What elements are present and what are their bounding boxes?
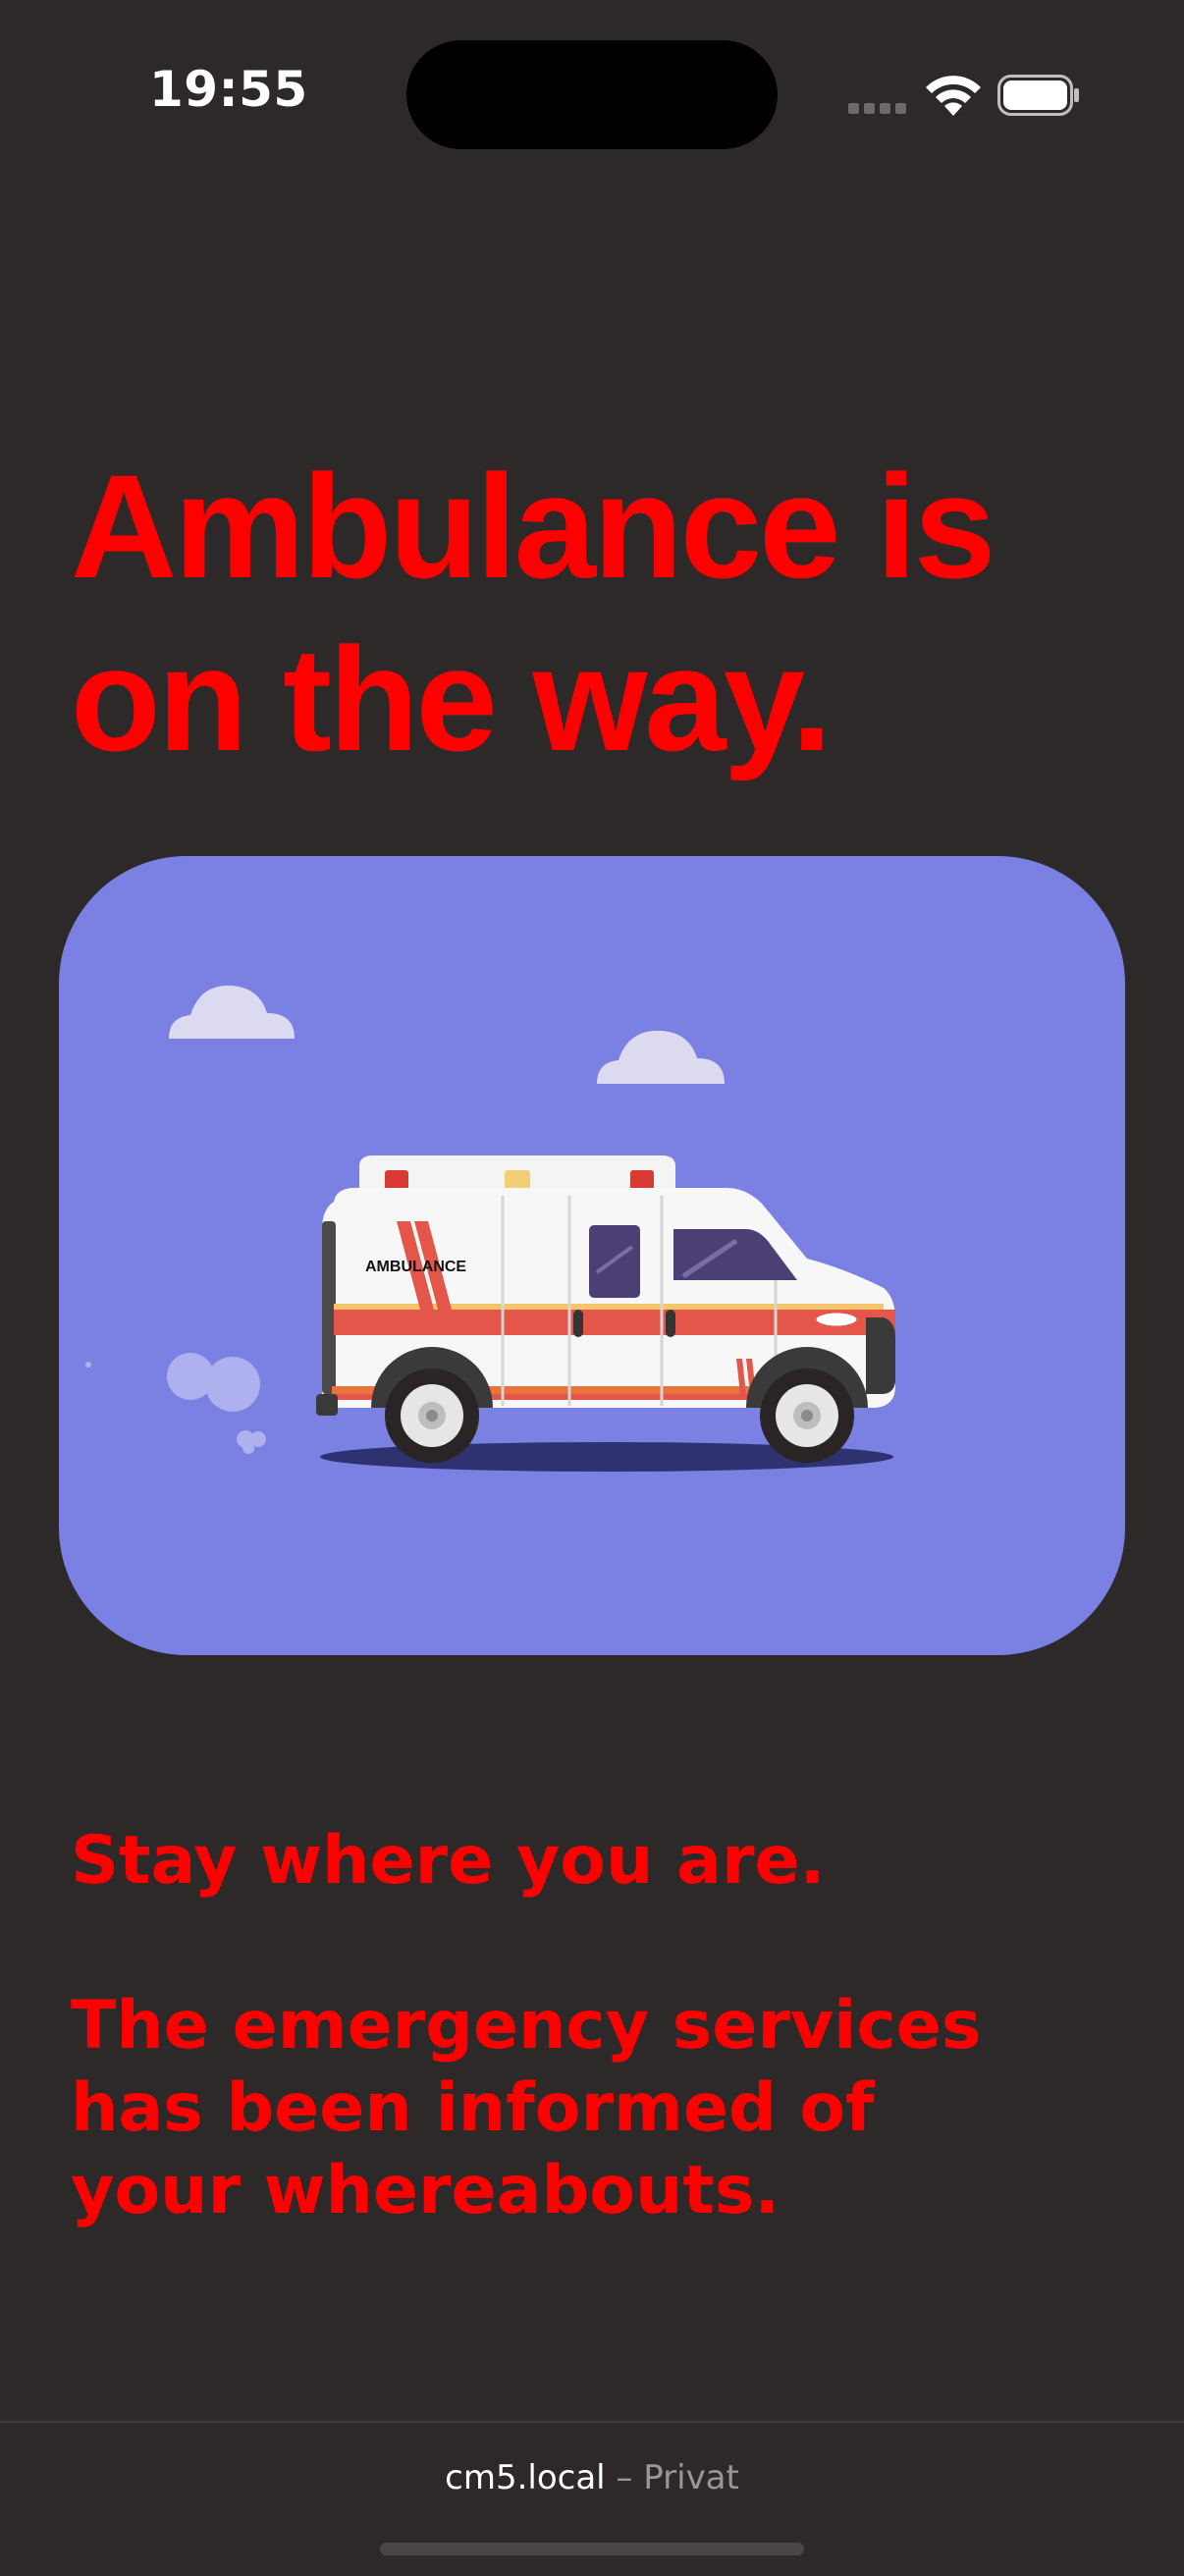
page-title: Ambulance is on the way. (71, 440, 1131, 785)
wifi-icon (926, 76, 981, 116)
informed-message-line-2: has been informed of (71, 2069, 875, 2147)
cloud-icon (597, 1030, 725, 1084)
battery-icon (997, 75, 1079, 116)
ambulance-illustration-card: AMBULANCE (59, 856, 1125, 1655)
cloud-icon (169, 985, 295, 1039)
dynamic-island (406, 40, 778, 149)
informed-message-line-1: The emergency services (71, 1987, 982, 2065)
ambulance-illustration: AMBULANCE (85, 985, 895, 1472)
ambulance-vehicle: AMBULANCE (316, 1155, 895, 1463)
informed-message-line-3: your whereabouts. (71, 2152, 780, 2229)
vehicle-label: AMBULANCE (365, 1259, 466, 1275)
address-host: cm5.local (445, 2458, 606, 2497)
stay-message: Stay where you are. (71, 1822, 826, 1900)
wheel-icon (760, 1368, 854, 1463)
home-indicator[interactable] (380, 2543, 804, 2555)
headline-line-1: Ambulance is (71, 444, 996, 609)
status-bar: 19:55 (0, 0, 1184, 196)
address-separator: – (616, 2458, 633, 2497)
browsing-mode-label: Privat (643, 2458, 739, 2497)
informed-message: The emergency services has been informed… (71, 1985, 1131, 2232)
wheel-icon (385, 1368, 479, 1463)
exhaust-puffs (85, 1353, 266, 1454)
browser-address-bar[interactable]: cm5.local – Privat (0, 2421, 1184, 2576)
status-time: 19:55 (149, 61, 308, 118)
cellular-signal-icon (848, 103, 907, 115)
address-display[interactable]: cm5.local – Privat (0, 2458, 1184, 2497)
headline-line-2: on the way. (71, 617, 833, 781)
